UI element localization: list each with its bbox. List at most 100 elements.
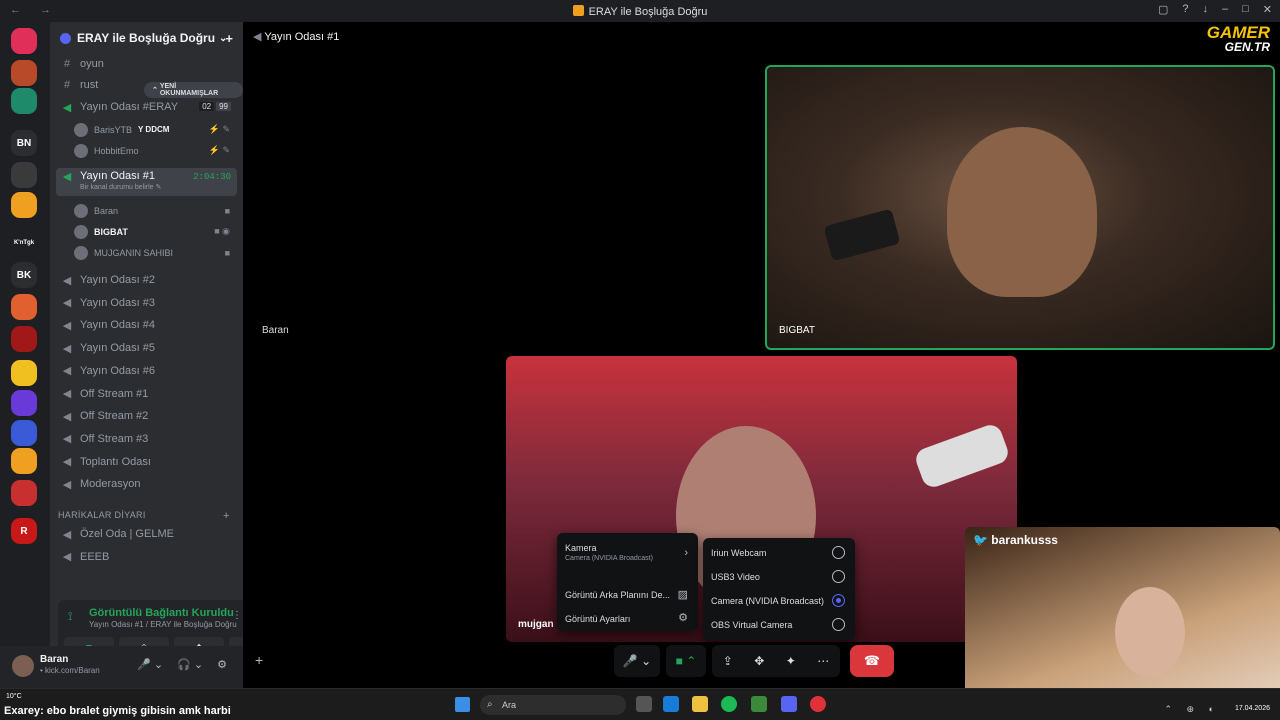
- voice-channel[interactable]: ◀ Off Stream #1: [56, 384, 237, 404]
- guild-icon[interactable]: BK: [11, 262, 37, 288]
- device-option[interactable]: USB3 Video: [711, 572, 760, 582]
- channel-oyun[interactable]: # oyun: [56, 54, 237, 74]
- hash-icon: #: [63, 79, 71, 91]
- voice-channel[interactable]: ◀ Yayın Odası #2: [56, 270, 237, 290]
- radio-button[interactable]: [832, 618, 845, 631]
- spotify-icon[interactable]: [721, 696, 737, 712]
- window-control-2[interactable]: ↓: [1203, 3, 1209, 16]
- guild-icon[interactable]: K'nTgk: [11, 230, 37, 256]
- video-tile-bigbat[interactable]: BIGBAT: [765, 65, 1275, 350]
- user-status-icons: ■: [224, 205, 230, 216]
- guild-icon[interactable]: [11, 326, 37, 352]
- user-status-icons: ■: [224, 247, 230, 258]
- add-user-icon[interactable]: +: [255, 652, 263, 668]
- guild-icon[interactable]: [11, 420, 37, 446]
- device-label: OBS Virtual Camera: [711, 620, 793, 630]
- settings-button[interactable]: ⚙: [217, 658, 227, 671]
- voice-channel[interactable]: ◀ Toplantı Odası: [56, 452, 237, 472]
- guild-icon[interactable]: [11, 88, 37, 114]
- app-icon[interactable]: [751, 696, 767, 712]
- voice-channel[interactable]: ◀ Moderasyon: [56, 474, 237, 494]
- radio-button[interactable]: [832, 546, 845, 559]
- device-option[interactable]: Camera (NVIDIA Broadcast): [711, 596, 824, 606]
- device-label: Camera (NVIDIA Broadcast): [711, 596, 825, 606]
- mic-toggle[interactable]: 🎤 ⌄: [137, 658, 163, 671]
- screen-share-icon[interactable]: ⇪: [723, 654, 733, 668]
- voice-channel[interactable]: Yayın Odası #1 / ERAY ile Boşluğa Doğru: [89, 620, 237, 629]
- guild-icon[interactable]: R: [11, 518, 37, 544]
- guild-icon[interactable]: [11, 294, 37, 320]
- voice-channel[interactable]: ◀ Yayın Odası #6: [56, 361, 237, 381]
- channel-eray[interactable]: ◀ Yayın Odası #ERAY 02 99: [56, 97, 237, 117]
- avatar: [74, 122, 88, 137]
- guild-icon[interactable]: [11, 360, 37, 386]
- voice-channel[interactable]: ◀ Yayın Odası #3: [56, 293, 237, 313]
- background-icon: ▨: [677, 589, 688, 601]
- guild-icon[interactable]: [11, 28, 37, 54]
- invite-icon[interactable]: +: [225, 31, 233, 46]
- menu-item-background[interactable]: Görüntü Arka Planını De...: [565, 590, 670, 600]
- guild-icon[interactable]: [11, 162, 37, 188]
- voice-channel[interactable]: ◀ Yayın Odası #4: [56, 315, 237, 335]
- headphone-toggle[interactable]: 🎧 ⌄: [177, 658, 203, 671]
- voice-user[interactable]: Baran ■: [74, 201, 234, 220]
- channel-status[interactable]: Bir kanal durumu belirle ✎: [80, 183, 161, 191]
- file-explorer-icon[interactable]: [692, 696, 708, 712]
- window-control-4[interactable]: □: [1242, 3, 1249, 16]
- activity-icon[interactable]: ✥: [754, 654, 764, 668]
- microphone-graphic: [912, 421, 1012, 491]
- add-channel-icon[interactable]: +: [223, 510, 230, 522]
- app-icon[interactable]: [810, 696, 826, 712]
- guild-icon[interactable]: BN: [11, 130, 37, 156]
- voice-channel[interactable]: ◀ Özel Oda | GELME: [56, 524, 237, 544]
- channel-rust[interactable]: # rust: [56, 75, 237, 95]
- voice-channel[interactable]: ◀ Yayın Odası #5: [56, 338, 237, 358]
- taskview-icon[interactable]: [636, 696, 652, 712]
- server-boost-icon: [60, 32, 71, 44]
- voice-icon: ◀: [62, 388, 72, 400]
- guild-icon[interactable]: [11, 60, 37, 86]
- soundboard-icon[interactable]: ✦: [786, 654, 796, 668]
- voice-user[interactable]: BIGBAT ■ ◉: [74, 222, 234, 241]
- server-header[interactable]: ERAY ile Boşluğa Doğru ⌄ +: [50, 22, 243, 54]
- avatar[interactable]: [12, 655, 34, 677]
- server-logo-icon: [572, 5, 584, 16]
- window-control-0[interactable]: ▢: [1158, 3, 1168, 16]
- window-control-1[interactable]: ?: [1182, 3, 1188, 16]
- window-controls[interactable]: ▢? ↓ – □ ✕: [1158, 3, 1272, 16]
- camera-button[interactable]: ■ ⌃: [666, 645, 706, 677]
- device-option[interactable]: OBS Virtual Camera: [711, 620, 792, 630]
- menu-item-camera[interactable]: Kamera Camera (NVIDIA Broadcast): [565, 543, 653, 562]
- guild-icon[interactable]: [11, 390, 37, 416]
- windows-start-icon[interactable]: [455, 697, 470, 712]
- voice-channel[interactable]: ◀ EEEB: [56, 547, 237, 567]
- account-panel: Baran • kick.com/Baran 🎤 ⌄ 🎧 ⌄ ⚙: [0, 646, 243, 688]
- voice-user[interactable]: HobbitEmo ⚡ ✎: [74, 141, 234, 160]
- guild-icon[interactable]: [11, 480, 37, 506]
- voice-status[interactable]: Görüntülü Bağlantı Kuruldu: [89, 607, 234, 619]
- account-controls[interactable]: 🎤 ⌄ 🎧 ⌄ ⚙: [137, 658, 227, 671]
- guild-icon[interactable]: [11, 448, 37, 474]
- edge-icon[interactable]: [663, 696, 679, 712]
- guild-icon[interactable]: [11, 192, 37, 218]
- voice-channel[interactable]: ◀ Off Stream #3: [56, 429, 237, 449]
- radio-button[interactable]: [832, 594, 845, 607]
- voice-channel[interactable]: ◀ Off Stream #2: [56, 406, 237, 426]
- mic-button[interactable]: 🎤 ⌄: [614, 645, 660, 677]
- more-icon[interactable]: ⋯: [817, 654, 829, 668]
- disconnect-button[interactable]: ☎: [850, 645, 894, 677]
- voice-user[interactable]: BarisYTB Y DDCM ⚡ ✎: [74, 120, 234, 139]
- taskbar-search[interactable]: ⌕ Ara: [480, 695, 626, 715]
- discord-icon[interactable]: [781, 696, 797, 712]
- channel-active[interactable]: ◀ Yayın Odası #1 Bir kanal durumu belirle…: [56, 168, 237, 196]
- weather-widget[interactable]: 10°C: [6, 693, 22, 700]
- window-control-5[interactable]: ✕: [1263, 3, 1272, 16]
- voice-icon: ◀: [62, 171, 72, 183]
- system-tray[interactable]: ⌃ ⊕ ◐: [1164, 704, 1220, 715]
- menu-item-video-settings[interactable]: Görüntü Ayarları: [565, 614, 630, 624]
- voice-user[interactable]: MUJGANIN SAHIBI ■: [74, 243, 234, 262]
- category-header[interactable]: HARİKALAR DİYARI +: [58, 510, 229, 522]
- device-option[interactable]: Iriun Webcam: [711, 548, 766, 558]
- window-control-3[interactable]: –: [1222, 3, 1228, 16]
- radio-button[interactable]: [832, 570, 845, 583]
